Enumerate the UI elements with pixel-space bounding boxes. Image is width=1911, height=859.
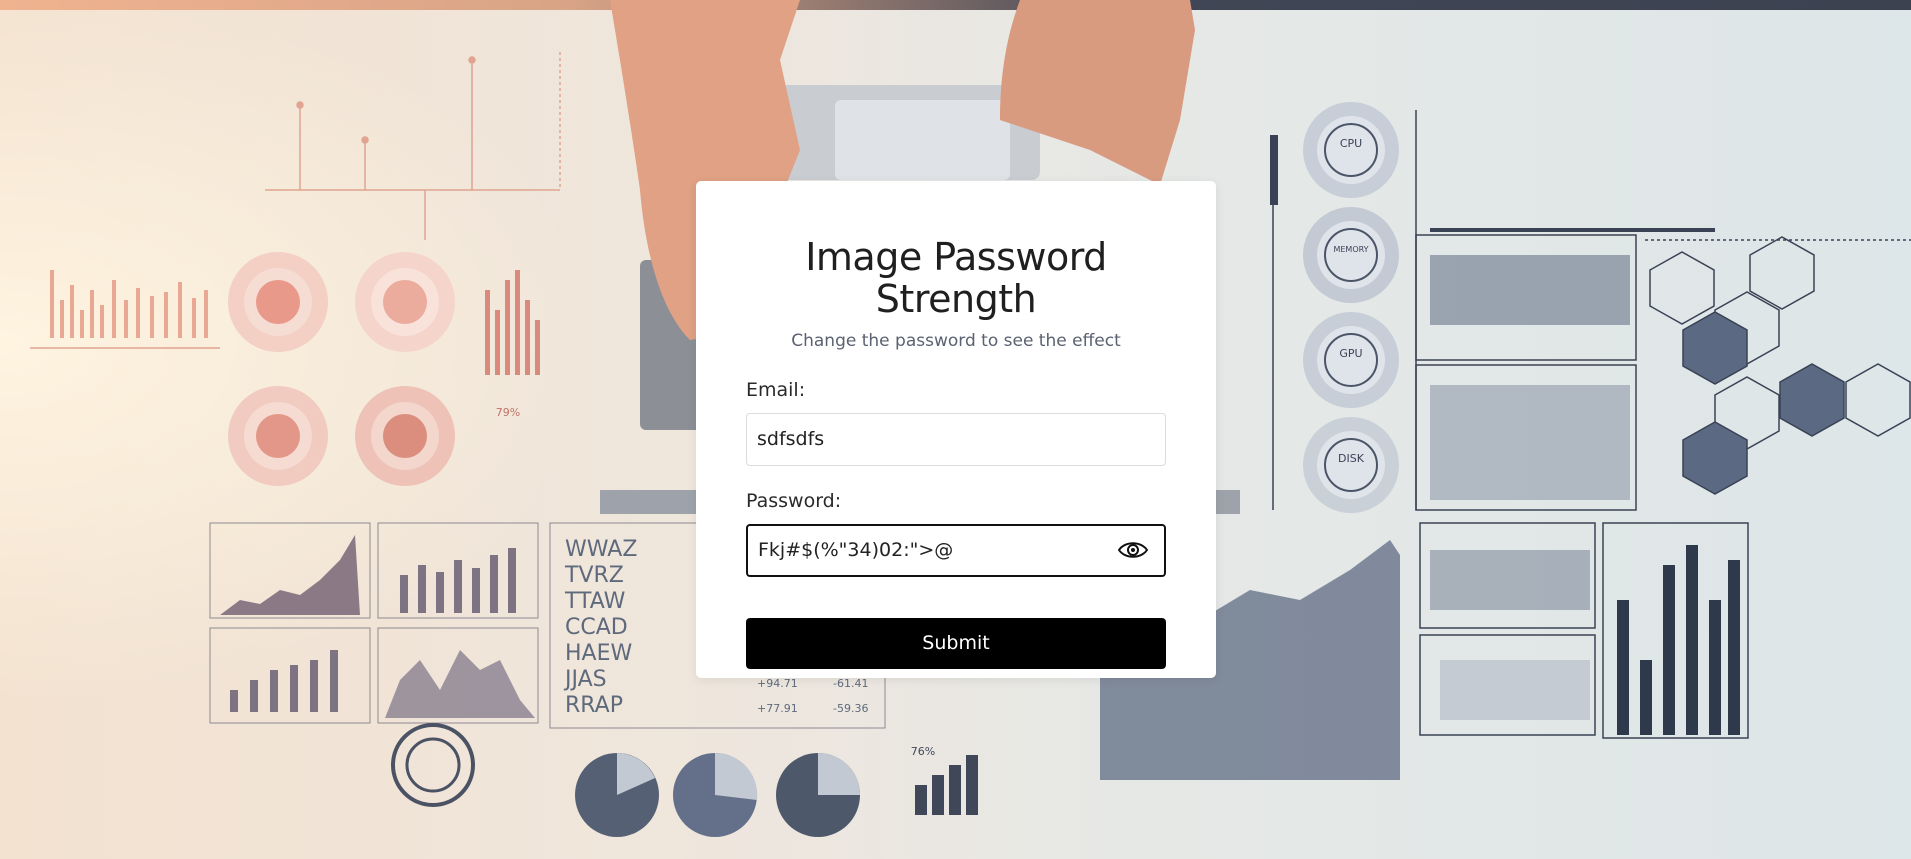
password-label: Password: bbox=[746, 489, 842, 512]
left-mini-bars bbox=[485, 270, 540, 375]
area-chart-2 bbox=[385, 650, 535, 718]
eye-icon[interactable] bbox=[1116, 538, 1150, 562]
svg-text:+77.91: +77.91 bbox=[757, 702, 798, 715]
svg-text:TTAW: TTAW bbox=[564, 589, 626, 614]
svg-text:JJAS: JJAS bbox=[563, 667, 607, 692]
svg-text:WWAZ: WWAZ bbox=[565, 537, 637, 562]
svg-text:TVRZ: TVRZ bbox=[564, 563, 624, 588]
area-chart-1 bbox=[220, 535, 360, 615]
svg-text:CCAD: CCAD bbox=[565, 615, 628, 640]
background-word-list: WWAZ TVRZ TTAW CCAD HAEW JJAS RRAP bbox=[563, 537, 637, 718]
svg-text:DISK: DISK bbox=[1338, 452, 1365, 465]
vertical-ticks bbox=[1270, 135, 1278, 205]
percent-79-text: 79% bbox=[496, 406, 520, 419]
left-bar-chart bbox=[50, 270, 208, 338]
svg-text:-61.41: -61.41 bbox=[833, 677, 868, 690]
left-donuts bbox=[228, 252, 455, 486]
svg-text:MEMORY: MEMORY bbox=[1333, 245, 1368, 254]
svg-text:RRAP: RRAP bbox=[565, 693, 623, 718]
svg-text:GPU: GPU bbox=[1339, 347, 1362, 360]
panel-rule bbox=[1430, 228, 1715, 232]
submit-button[interactable]: Submit bbox=[746, 617, 1166, 669]
login-card: Image Password Strength Change the passw… bbox=[696, 181, 1216, 678]
right-bar-charts bbox=[1430, 255, 1630, 720]
laptop-trackpad bbox=[835, 100, 1010, 180]
email-field[interactable] bbox=[746, 412, 1166, 466]
svg-text:CPU: CPU bbox=[1340, 137, 1362, 150]
hexagons bbox=[1649, 236, 1911, 495]
bottom-pies bbox=[391, 723, 860, 837]
page-subtitle: Change the password to see the effect bbox=[791, 330, 1121, 351]
email-label: Email: bbox=[746, 378, 806, 401]
right-tall-bars bbox=[1617, 545, 1740, 735]
background-stats: +94.71 -61.41 +77.91 -59.36 bbox=[757, 677, 868, 715]
password-field-wrapper bbox=[746, 523, 1166, 577]
password-field[interactable] bbox=[746, 523, 1166, 577]
svg-text:HAEW: HAEW bbox=[565, 641, 632, 666]
bottom-mini-bars bbox=[915, 755, 978, 815]
svg-text:+94.71: +94.71 bbox=[757, 677, 798, 690]
page-title: Image Password Strength bbox=[805, 235, 1107, 321]
percent-76-text: 76% bbox=[911, 745, 935, 758]
svg-text:-59.36: -59.36 bbox=[833, 702, 868, 715]
